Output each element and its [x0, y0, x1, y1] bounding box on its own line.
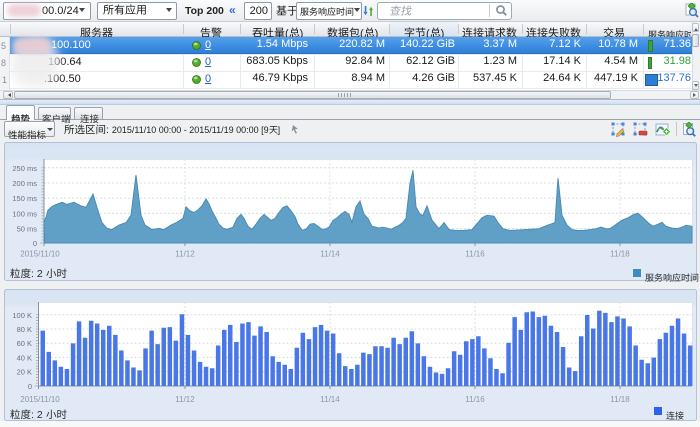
svg-text:200 ms: 200 ms [12, 179, 37, 188]
svg-text:11/12: 11/12 [175, 250, 195, 259]
svg-text:250 ms: 250 ms [12, 164, 37, 173]
svg-text:2015/11/10: 2015/11/10 [20, 250, 60, 259]
svg-text:150 ms: 150 ms [12, 194, 37, 203]
svg-text:2015/11/10: 2015/11/10 [20, 395, 60, 404]
svg-text:11/14: 11/14 [320, 250, 340, 259]
svg-text:60 K: 60 K [17, 339, 32, 348]
svg-text:20 K: 20 K [17, 368, 32, 377]
svg-text:11/18: 11/18 [610, 395, 630, 404]
svg-text:0: 0 [28, 382, 32, 391]
svg-text:100 ms: 100 ms [12, 209, 37, 218]
svg-text:11/12: 11/12 [175, 395, 195, 404]
svg-text:11/18: 11/18 [610, 250, 630, 259]
svg-text:11/16: 11/16 [465, 250, 485, 259]
svg-text:11/16: 11/16 [465, 395, 485, 404]
svg-text:11/14: 11/14 [320, 395, 340, 404]
svg-text:40 K: 40 K [17, 353, 32, 362]
svg-text:0: 0 [33, 239, 37, 248]
svg-text:100 K: 100 K [12, 311, 32, 320]
svg-text:50 ms: 50 ms [17, 225, 38, 234]
svg-text:80 K: 80 K [17, 325, 32, 334]
